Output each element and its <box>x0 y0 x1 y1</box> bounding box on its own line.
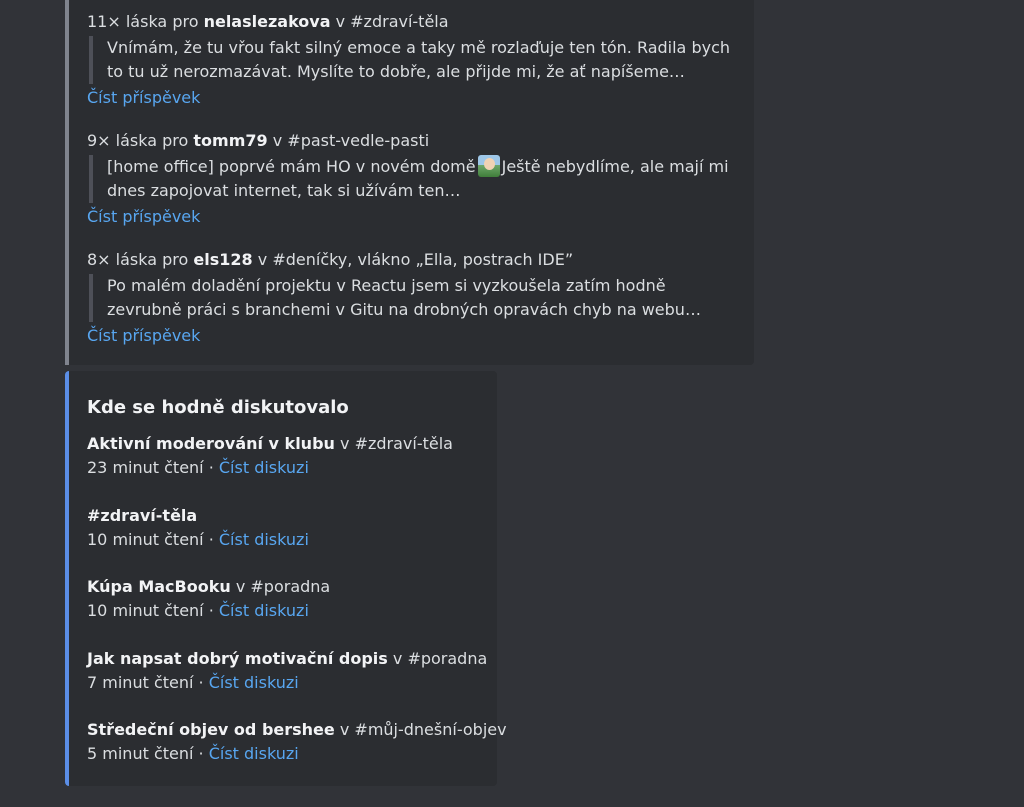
discussion-item: Aktivní moderování v klubu v #zdraví-těl… <box>87 432 487 480</box>
love-item-header: 11× láska pro nelaslezakova v #zdraví-tě… <box>87 12 737 32</box>
quote-text: [home office] poprvé mám HO v novém domě <box>107 157 476 176</box>
post-quote: [home office] poprvé mám HO v novém domě… <box>89 155 737 203</box>
discussion-item: Kúpa MacBooku v #poradna 10 minut čtení … <box>87 575 487 623</box>
channel-ref: v #past-vedle-pasti <box>272 131 430 150</box>
channel-ref: v #deníčky, vlákno „Ella, postrach IDE” <box>257 250 574 269</box>
discussion-topic[interactable]: Jak napsat dobrý motivační dopis <box>87 649 388 668</box>
discussion-topic[interactable]: #zdraví-těla <box>87 506 197 525</box>
love-item: 11× láska pro nelaslezakova v #zdraví-tě… <box>87 12 737 110</box>
discussion-item: Středeční objev od bershee v #můj-dnešní… <box>87 718 507 766</box>
discussion-topic[interactable]: Středeční objev od bershee <box>87 720 335 739</box>
love-item-header: 8× láska pro els128 v #deníčky, vlákno „… <box>87 250 737 270</box>
channel-ref: v #poradna <box>387 649 488 668</box>
discussions-card: Kde se hodně diskutovalo Aktivní moderov… <box>65 371 507 786</box>
love-item: 9× láska pro tomm79 v #past-vedle-pasti … <box>87 131 737 229</box>
channel-ref: v #zdraví-těla <box>334 434 453 453</box>
love-item-header: 9× láska pro tomm79 v #past-vedle-pasti <box>87 131 737 151</box>
reading-time: 10 minut čtení · <box>87 530 219 549</box>
channel-ref: v #poradna <box>230 577 331 596</box>
read-discussion-link[interactable]: Číst diskuzi <box>209 744 299 763</box>
read-discussion-link[interactable]: Číst diskuzi <box>209 673 299 692</box>
love-count: 8× láska pro <box>87 250 189 269</box>
author-name[interactable]: tomm79 <box>193 131 267 150</box>
quote-line: dnes zapojovat internet, tak si užívám t… <box>107 181 461 200</box>
channel-ref: v #zdraví-těla <box>335 12 449 31</box>
author-name[interactable]: els128 <box>193 250 252 269</box>
author-name[interactable]: nelaslezakova <box>204 12 331 31</box>
quote-line: Vnímám, že tu vřou fakt silný emoce a ta… <box>107 38 731 57</box>
love-highlights-card: 11× láska pro nelaslezakova v #zdraví-tě… <box>65 0 754 365</box>
read-post-link[interactable]: Číst příspěvek <box>87 324 200 348</box>
quote-line: Po malém doladění projektu v Reactu jsem… <box>107 276 666 295</box>
discussion-item: Jak napsat dobrý motivační dopis v #pora… <box>87 647 487 695</box>
love-item: 8× láska pro els128 v #deníčky, vlákno „… <box>87 250 737 348</box>
discussion-item: #zdraví-těla 10 minut čtení · Číst disku… <box>87 504 487 552</box>
discussion-topic[interactable]: Kúpa MacBooku <box>87 577 231 596</box>
love-count: 9× láska pro <box>87 131 189 150</box>
post-quote: Vnímám, že tu vřou fakt silný emoce a ta… <box>89 36 737 84</box>
section-title: Kde se hodně diskutovalo <box>87 397 349 418</box>
reading-time: 10 minut čtení · <box>87 601 219 620</box>
read-discussion-link[interactable]: Číst diskuzi <box>219 458 309 477</box>
quote-line: [home office] poprvé mám HO v novém domě… <box>107 155 737 179</box>
reading-time: 23 minut čtení · <box>87 458 219 477</box>
read-post-link[interactable]: Číst příspěvek <box>87 205 200 229</box>
baby-emoji-icon <box>477 155 500 177</box>
quote-line: to tu už nerozmazávat. Myslíte to dobře,… <box>107 62 685 81</box>
channel-ref: v #můj-dnešní-objev <box>334 720 507 739</box>
reading-time: 5 minut čtení · <box>87 744 209 763</box>
read-post-link[interactable]: Číst příspěvek <box>87 86 200 110</box>
reading-time: 7 minut čtení · <box>87 673 209 692</box>
love-count: 11× láska pro <box>87 12 199 31</box>
quote-text: Ještě nebydlíme, ale mají mi <box>501 157 729 176</box>
read-discussion-link[interactable]: Číst diskuzi <box>219 530 309 549</box>
quote-line: zevrubně práci s branchemi v Gitu na dro… <box>107 300 701 319</box>
read-discussion-link[interactable]: Číst diskuzi <box>219 601 309 620</box>
post-quote: Po malém doladění projektu v Reactu jsem… <box>89 274 737 322</box>
discussion-topic[interactable]: Aktivní moderování v klubu <box>87 434 335 453</box>
